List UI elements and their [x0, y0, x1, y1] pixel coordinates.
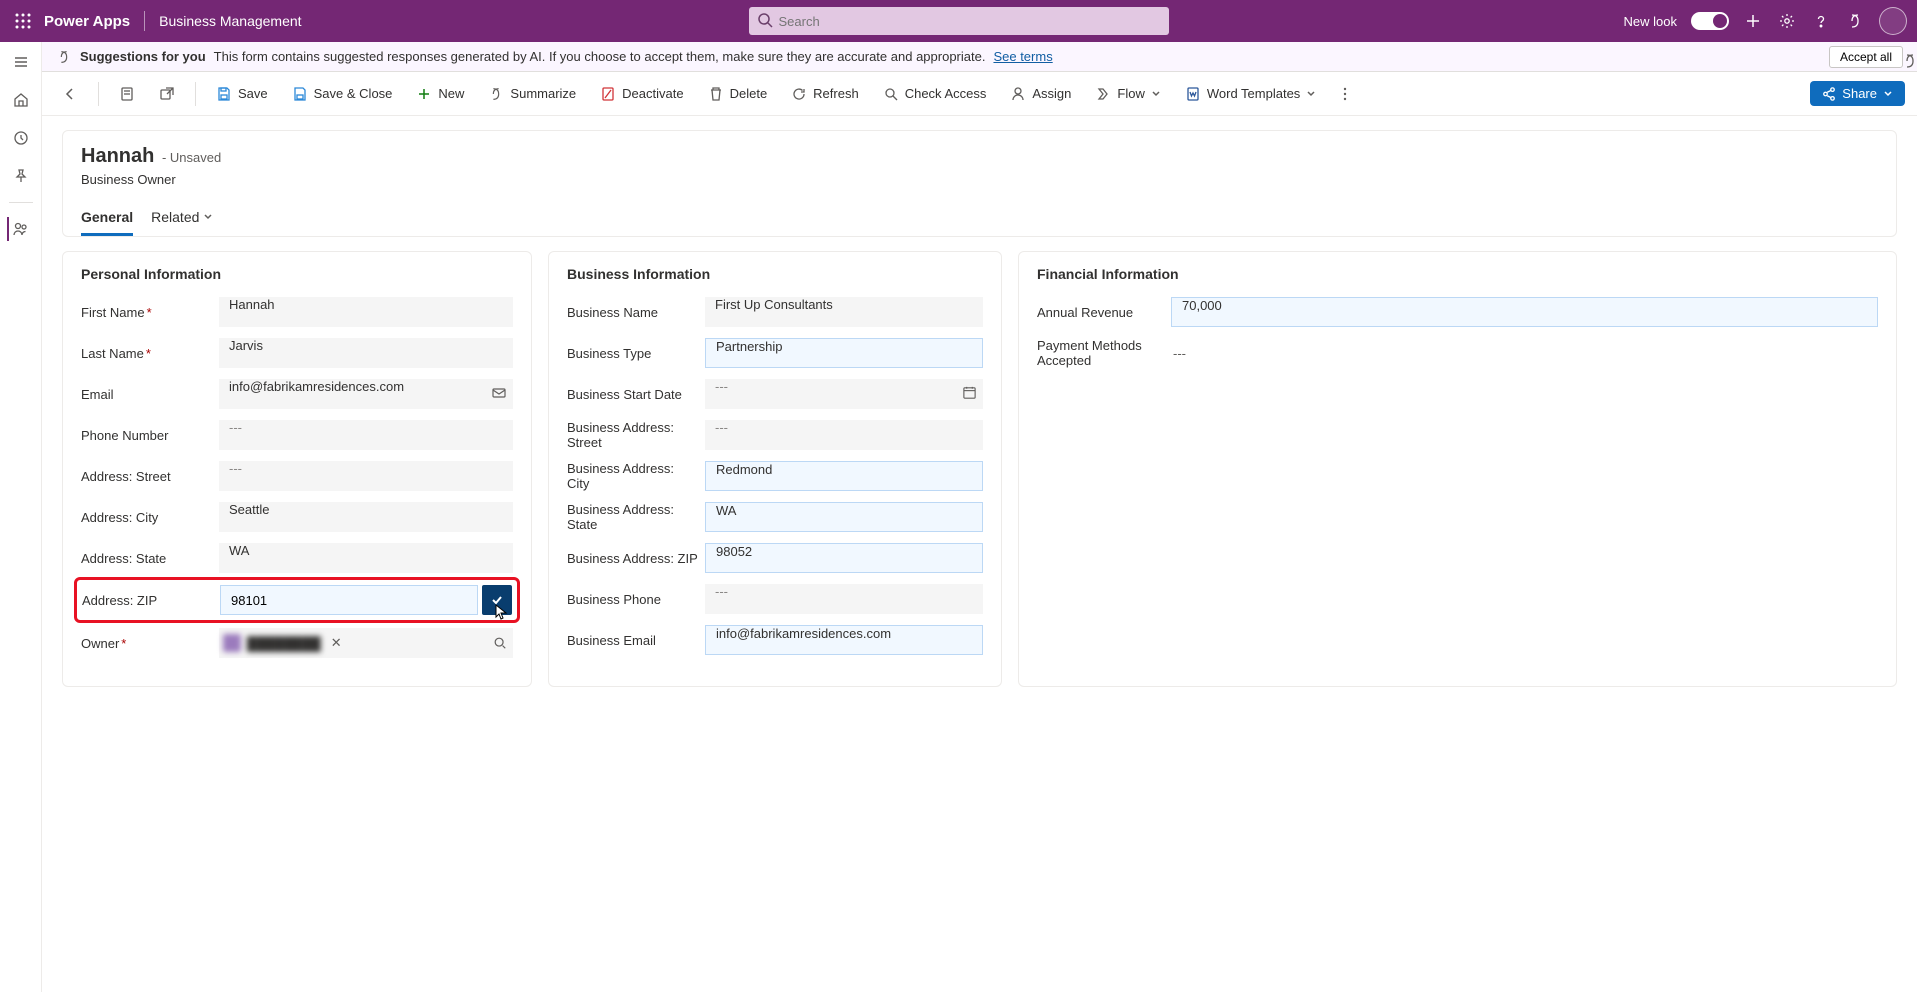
word-templates-button[interactable]: Word Templates — [1177, 82, 1324, 106]
first-name-input[interactable]: Hannah — [219, 297, 513, 327]
pin-icon[interactable] — [9, 164, 33, 188]
accept-all-button[interactable]: Accept all — [1829, 46, 1903, 68]
hamburger-icon[interactable] — [9, 50, 33, 74]
flow-button[interactable]: Flow — [1087, 82, 1168, 106]
suggestion-heading: Suggestions for you — [80, 49, 206, 64]
delete-button[interactable]: Delete — [700, 82, 776, 106]
owner-lookup[interactable]: ████████ ✕ — [219, 628, 513, 658]
nav-divider — [9, 202, 33, 203]
new-look-toggle[interactable] — [1691, 12, 1729, 30]
copilot-panel-toggle[interactable] — [1901, 52, 1917, 70]
highlighted-zip-field: Address: ZIP — [74, 577, 520, 623]
panel-financial: Financial Information Annual Revenue70,0… — [1018, 251, 1897, 687]
business-city-input[interactable]: Redmond — [705, 461, 983, 491]
address-city-input[interactable]: Seattle — [219, 502, 513, 532]
suggestion-text: This form contains suggested responses g… — [214, 49, 986, 64]
accept-suggestion-button[interactable] — [482, 585, 512, 615]
global-search-input[interactable] — [749, 7, 1169, 35]
see-terms-link[interactable]: See terms — [993, 49, 1052, 64]
address-state-input[interactable]: WA — [219, 543, 513, 573]
side-nav — [0, 42, 42, 992]
search-icon — [757, 12, 773, 28]
recent-icon[interactable] — [9, 126, 33, 150]
more-commands-button[interactable] — [1332, 83, 1358, 105]
last-name-input[interactable]: Jarvis — [219, 338, 513, 368]
panel-business: Business Information Business NameFirst … — [548, 251, 1002, 687]
add-icon[interactable] — [1743, 11, 1763, 31]
save-button[interactable]: Save — [208, 82, 276, 106]
address-zip-input[interactable] — [220, 585, 478, 615]
form-selector-button[interactable] — [111, 82, 143, 106]
calendar-icon[interactable] — [962, 385, 977, 400]
email-input[interactable]: info@fabrikamresidences.com — [219, 379, 513, 409]
business-street-input[interactable]: --- — [705, 420, 983, 450]
payment-methods-value[interactable]: --- — [1171, 346, 1186, 361]
waffle-icon[interactable] — [10, 8, 36, 34]
tab-general[interactable]: General — [81, 201, 133, 236]
home-icon[interactable] — [9, 88, 33, 112]
address-street-input[interactable]: --- — [219, 461, 513, 491]
business-type-input[interactable]: Partnership — [705, 338, 983, 368]
record-status: - Unsaved — [162, 150, 221, 165]
panel-personal: Personal Information First Name*Hannah L… — [62, 251, 532, 687]
panel-heading-financial: Financial Information — [1037, 266, 1878, 282]
summarize-button[interactable]: Summarize — [480, 82, 584, 106]
header-divider — [144, 11, 145, 31]
lookup-icon[interactable] — [493, 636, 507, 650]
panel-heading-personal: Personal Information — [81, 266, 513, 282]
app-name: Business Management — [159, 13, 301, 29]
help-icon[interactable] — [1811, 11, 1831, 31]
ai-suggestion-bar: Suggestions for you This form contains s… — [42, 42, 1917, 72]
open-new-window-button[interactable] — [151, 82, 183, 106]
brand-label: Power Apps — [44, 13, 130, 30]
search-wrap — [749, 7, 1169, 35]
panel-heading-business: Business Information — [567, 266, 983, 282]
gear-icon[interactable] — [1777, 11, 1797, 31]
share-button[interactable]: Share — [1810, 81, 1905, 106]
business-start-date-input[interactable]: --- — [705, 379, 983, 409]
copilot-icon — [56, 49, 72, 65]
phone-input[interactable]: --- — [219, 420, 513, 450]
new-button[interactable]: New — [408, 82, 472, 106]
user-avatar[interactable] — [1879, 7, 1907, 35]
command-bar: Save Save & Close New Summarize Deactiva… — [42, 72, 1917, 116]
business-zip-input[interactable]: 98052 — [705, 543, 983, 573]
save-close-button[interactable]: Save & Close — [284, 82, 401, 106]
record-title: Hannah — [81, 145, 154, 167]
entity-nav-icon[interactable] — [7, 217, 31, 241]
business-state-input[interactable]: WA — [705, 502, 983, 532]
tab-related[interactable]: Related — [151, 201, 213, 236]
deactivate-button[interactable]: Deactivate — [592, 82, 691, 106]
remove-owner-icon[interactable]: ✕ — [331, 635, 342, 651]
business-phone-input[interactable]: --- — [705, 584, 983, 614]
copilot-header-icon[interactable] — [1845, 11, 1865, 31]
back-button[interactable] — [54, 82, 86, 106]
app-header: Power Apps Business Management New look — [0, 0, 1917, 42]
annual-revenue-input[interactable]: 70,000 — [1171, 297, 1878, 327]
mail-icon[interactable] — [491, 385, 507, 401]
check-access-button[interactable]: Check Access — [875, 82, 995, 106]
record-subtitle: Business Owner — [81, 172, 1878, 187]
refresh-button[interactable]: Refresh — [783, 82, 867, 106]
new-look-label: New look — [1624, 14, 1677, 29]
business-email-input[interactable]: info@fabrikamresidences.com — [705, 625, 983, 655]
business-name-input[interactable]: First Up Consultants — [705, 297, 983, 327]
record-header: Hannah - Unsaved Business Owner General … — [62, 130, 1897, 237]
assign-button[interactable]: Assign — [1002, 82, 1079, 106]
